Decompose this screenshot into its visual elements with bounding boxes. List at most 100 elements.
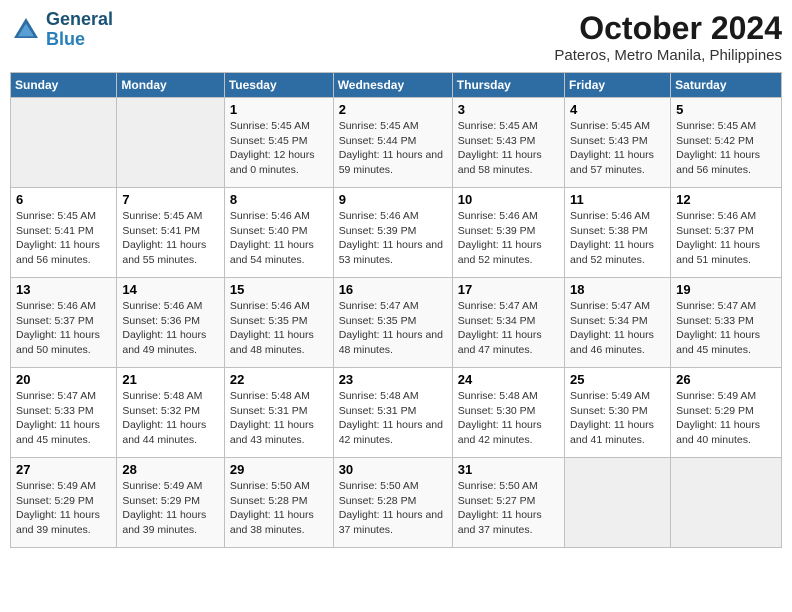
day-number: 23	[339, 372, 447, 387]
sunset-text: Sunset: 5:45 PM	[230, 134, 328, 149]
day-info: Sunrise: 5:47 AM Sunset: 5:35 PM Dayligh…	[339, 299, 447, 358]
daylight-text: Daylight: 11 hours and 59 minutes.	[339, 148, 447, 177]
week-row-4: 20 Sunrise: 5:47 AM Sunset: 5:33 PM Dayl…	[11, 368, 782, 458]
day-cell: 6 Sunrise: 5:45 AM Sunset: 5:41 PM Dayli…	[11, 188, 117, 278]
sunrise-text: Sunrise: 5:49 AM	[676, 389, 776, 404]
day-cell: 17 Sunrise: 5:47 AM Sunset: 5:34 PM Dayl…	[452, 278, 564, 368]
daylight-text: Daylight: 11 hours and 39 minutes.	[122, 508, 218, 537]
daylight-text: Daylight: 11 hours and 45 minutes.	[16, 418, 111, 447]
sunset-text: Sunset: 5:37 PM	[16, 314, 111, 329]
day-number: 16	[339, 282, 447, 297]
sunset-text: Sunset: 5:29 PM	[676, 404, 776, 419]
sunrise-text: Sunrise: 5:48 AM	[230, 389, 328, 404]
week-row-5: 27 Sunrise: 5:49 AM Sunset: 5:29 PM Dayl…	[11, 458, 782, 548]
sunrise-text: Sunrise: 5:46 AM	[570, 209, 665, 224]
day-cell	[11, 98, 117, 188]
logo-text: General Blue	[46, 10, 113, 50]
day-number: 25	[570, 372, 665, 387]
day-number: 14	[122, 282, 218, 297]
day-number: 21	[122, 372, 218, 387]
sunrise-text: Sunrise: 5:49 AM	[570, 389, 665, 404]
sunset-text: Sunset: 5:27 PM	[458, 494, 559, 509]
daylight-text: Daylight: 11 hours and 49 minutes.	[122, 328, 218, 357]
daylight-text: Daylight: 11 hours and 58 minutes.	[458, 148, 559, 177]
sunset-text: Sunset: 5:31 PM	[339, 404, 447, 419]
sunset-text: Sunset: 5:29 PM	[122, 494, 218, 509]
daylight-text: Daylight: 11 hours and 55 minutes.	[122, 238, 218, 267]
daylight-text: Daylight: 11 hours and 53 minutes.	[339, 238, 447, 267]
day-number: 1	[230, 102, 328, 117]
day-cell: 22 Sunrise: 5:48 AM Sunset: 5:31 PM Dayl…	[224, 368, 333, 458]
day-info: Sunrise: 5:46 AM Sunset: 5:37 PM Dayligh…	[16, 299, 111, 358]
day-info: Sunrise: 5:48 AM Sunset: 5:32 PM Dayligh…	[122, 389, 218, 448]
title-block: October 2024 Pateros, Metro Manila, Phil…	[554, 10, 782, 64]
sunrise-text: Sunrise: 5:49 AM	[122, 479, 218, 494]
day-info: Sunrise: 5:49 AM Sunset: 5:29 PM Dayligh…	[122, 479, 218, 538]
day-info: Sunrise: 5:50 AM Sunset: 5:28 PM Dayligh…	[230, 479, 328, 538]
daylight-text: Daylight: 11 hours and 39 minutes.	[16, 508, 111, 537]
day-cell: 26 Sunrise: 5:49 AM Sunset: 5:29 PM Dayl…	[671, 368, 782, 458]
day-info: Sunrise: 5:46 AM Sunset: 5:37 PM Dayligh…	[676, 209, 776, 268]
day-number: 22	[230, 372, 328, 387]
sunset-text: Sunset: 5:43 PM	[570, 134, 665, 149]
sunrise-text: Sunrise: 5:46 AM	[458, 209, 559, 224]
sunrise-text: Sunrise: 5:47 AM	[676, 299, 776, 314]
sunset-text: Sunset: 5:41 PM	[16, 224, 111, 239]
day-number: 18	[570, 282, 665, 297]
daylight-text: Daylight: 12 hours and 0 minutes.	[230, 148, 328, 177]
daylight-text: Daylight: 11 hours and 37 minutes.	[458, 508, 559, 537]
week-row-3: 13 Sunrise: 5:46 AM Sunset: 5:37 PM Dayl…	[11, 278, 782, 368]
day-number: 30	[339, 462, 447, 477]
sunset-text: Sunset: 5:37 PM	[676, 224, 776, 239]
daylight-text: Daylight: 11 hours and 42 minutes.	[458, 418, 559, 447]
daylight-text: Daylight: 11 hours and 50 minutes.	[16, 328, 111, 357]
sunset-text: Sunset: 5:28 PM	[230, 494, 328, 509]
daylight-text: Daylight: 11 hours and 52 minutes.	[570, 238, 665, 267]
day-info: Sunrise: 5:50 AM Sunset: 5:27 PM Dayligh…	[458, 479, 559, 538]
day-info: Sunrise: 5:46 AM Sunset: 5:40 PM Dayligh…	[230, 209, 328, 268]
sunset-text: Sunset: 5:39 PM	[458, 224, 559, 239]
sunset-text: Sunset: 5:28 PM	[339, 494, 447, 509]
sunset-text: Sunset: 5:29 PM	[16, 494, 111, 509]
day-number: 31	[458, 462, 559, 477]
sunset-text: Sunset: 5:30 PM	[458, 404, 559, 419]
header-cell-wednesday: Wednesday	[333, 73, 452, 98]
day-number: 9	[339, 192, 447, 207]
day-info: Sunrise: 5:47 AM Sunset: 5:34 PM Dayligh…	[458, 299, 559, 358]
header-row: SundayMondayTuesdayWednesdayThursdayFrid…	[11, 73, 782, 98]
sunrise-text: Sunrise: 5:45 AM	[676, 119, 776, 134]
day-cell: 13 Sunrise: 5:46 AM Sunset: 5:37 PM Dayl…	[11, 278, 117, 368]
sunset-text: Sunset: 5:40 PM	[230, 224, 328, 239]
sunrise-text: Sunrise: 5:48 AM	[339, 389, 447, 404]
header-cell-sunday: Sunday	[11, 73, 117, 98]
day-cell	[671, 458, 782, 548]
day-number: 12	[676, 192, 776, 207]
sunset-text: Sunset: 5:34 PM	[458, 314, 559, 329]
daylight-text: Daylight: 11 hours and 47 minutes.	[458, 328, 559, 357]
header-cell-thursday: Thursday	[452, 73, 564, 98]
sunset-text: Sunset: 5:35 PM	[339, 314, 447, 329]
daylight-text: Daylight: 11 hours and 56 minutes.	[16, 238, 111, 267]
day-info: Sunrise: 5:45 AM Sunset: 5:41 PM Dayligh…	[16, 209, 111, 268]
day-number: 2	[339, 102, 447, 117]
sunset-text: Sunset: 5:31 PM	[230, 404, 328, 419]
daylight-text: Daylight: 11 hours and 48 minutes.	[230, 328, 328, 357]
day-cell: 7 Sunrise: 5:45 AM Sunset: 5:41 PM Dayli…	[117, 188, 224, 278]
daylight-text: Daylight: 11 hours and 40 minutes.	[676, 418, 776, 447]
sunset-text: Sunset: 5:44 PM	[339, 134, 447, 149]
header-cell-friday: Friday	[565, 73, 671, 98]
sunrise-text: Sunrise: 5:50 AM	[458, 479, 559, 494]
day-cell: 29 Sunrise: 5:50 AM Sunset: 5:28 PM Dayl…	[224, 458, 333, 548]
day-info: Sunrise: 5:49 AM Sunset: 5:29 PM Dayligh…	[16, 479, 111, 538]
daylight-text: Daylight: 11 hours and 56 minutes.	[676, 148, 776, 177]
sunset-text: Sunset: 5:36 PM	[122, 314, 218, 329]
day-info: Sunrise: 5:49 AM Sunset: 5:30 PM Dayligh…	[570, 389, 665, 448]
day-number: 28	[122, 462, 218, 477]
day-cell: 5 Sunrise: 5:45 AM Sunset: 5:42 PM Dayli…	[671, 98, 782, 188]
sunset-text: Sunset: 5:35 PM	[230, 314, 328, 329]
day-info: Sunrise: 5:47 AM Sunset: 5:34 PM Dayligh…	[570, 299, 665, 358]
sunset-text: Sunset: 5:39 PM	[339, 224, 447, 239]
day-info: Sunrise: 5:45 AM Sunset: 5:41 PM Dayligh…	[122, 209, 218, 268]
sunrise-text: Sunrise: 5:48 AM	[458, 389, 559, 404]
day-number: 19	[676, 282, 776, 297]
